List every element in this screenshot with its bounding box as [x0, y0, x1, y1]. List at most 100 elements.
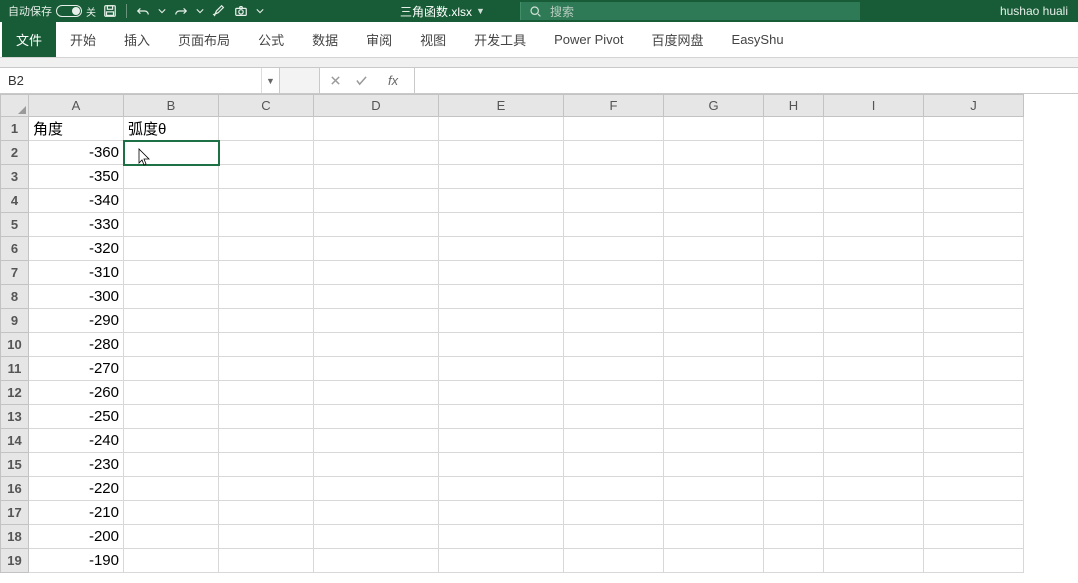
cell-J2[interactable] [924, 141, 1024, 165]
cell-H16[interactable] [764, 477, 824, 501]
cell-H1[interactable] [764, 117, 824, 141]
cell-F7[interactable] [564, 261, 664, 285]
column-header-F[interactable]: F [564, 95, 664, 117]
cell-F19[interactable] [564, 549, 664, 573]
cell-J10[interactable] [924, 333, 1024, 357]
tab-插入[interactable]: 插入 [110, 22, 164, 57]
cell-I19[interactable] [824, 549, 924, 573]
cell-C4[interactable] [219, 189, 314, 213]
cell-A1[interactable]: 角度 [29, 117, 124, 141]
cell-I12[interactable] [824, 381, 924, 405]
tab-视图[interactable]: 视图 [406, 22, 460, 57]
row-header-4[interactable]: 4 [1, 189, 29, 213]
cell-B1[interactable]: 弧度θ [124, 117, 219, 141]
cell-C3[interactable] [219, 165, 314, 189]
cell-I9[interactable] [824, 309, 924, 333]
cell-D1[interactable] [314, 117, 439, 141]
cell-A19[interactable]: -190 [29, 549, 124, 573]
formula-input[interactable] [415, 68, 1078, 93]
cell-H18[interactable] [764, 525, 824, 549]
cell-A13[interactable]: -250 [29, 405, 124, 429]
cell-F9[interactable] [564, 309, 664, 333]
cell-F1[interactable] [564, 117, 664, 141]
cell-G4[interactable] [664, 189, 764, 213]
row-header-6[interactable]: 6 [1, 237, 29, 261]
cell-F6[interactable] [564, 237, 664, 261]
cell-G17[interactable] [664, 501, 764, 525]
cell-B12[interactable] [124, 381, 219, 405]
cell-I5[interactable] [824, 213, 924, 237]
cell-C17[interactable] [219, 501, 314, 525]
cell-A2[interactable]: -360 [29, 141, 124, 165]
cell-I14[interactable] [824, 429, 924, 453]
cell-A18[interactable]: -200 [29, 525, 124, 549]
name-box[interactable]: B2 ▼ [0, 68, 280, 93]
chevron-down-icon[interactable] [157, 3, 167, 19]
cell-H19[interactable] [764, 549, 824, 573]
cell-E10[interactable] [439, 333, 564, 357]
filename-caret-icon[interactable]: ▼ [476, 6, 485, 16]
cell-C5[interactable] [219, 213, 314, 237]
cell-H6[interactable] [764, 237, 824, 261]
cell-G7[interactable] [664, 261, 764, 285]
column-header-D[interactable]: D [314, 95, 439, 117]
cell-J3[interactable] [924, 165, 1024, 189]
cell-E14[interactable] [439, 429, 564, 453]
cell-A4[interactable]: -340 [29, 189, 124, 213]
cell-H10[interactable] [764, 333, 824, 357]
cell-F14[interactable] [564, 429, 664, 453]
cell-E8[interactable] [439, 285, 564, 309]
row-header-10[interactable]: 10 [1, 333, 29, 357]
cell-C15[interactable] [219, 453, 314, 477]
cell-B19[interactable] [124, 549, 219, 573]
cell-C19[interactable] [219, 549, 314, 573]
cell-B10[interactable] [124, 333, 219, 357]
tab-开始[interactable]: 开始 [56, 22, 110, 57]
row-header-9[interactable]: 9 [1, 309, 29, 333]
row-header-11[interactable]: 11 [1, 357, 29, 381]
row-header-13[interactable]: 13 [1, 405, 29, 429]
cell-G8[interactable] [664, 285, 764, 309]
row-header-8[interactable]: 8 [1, 285, 29, 309]
cell-G6[interactable] [664, 237, 764, 261]
cell-D17[interactable] [314, 501, 439, 525]
cell-J12[interactable] [924, 381, 1024, 405]
tab-页面布局[interactable]: 页面布局 [164, 22, 244, 57]
cell-J7[interactable] [924, 261, 1024, 285]
tab-审阅[interactable]: 审阅 [352, 22, 406, 57]
cell-E15[interactable] [439, 453, 564, 477]
cell-F5[interactable] [564, 213, 664, 237]
cell-B4[interactable] [124, 189, 219, 213]
cell-H11[interactable] [764, 357, 824, 381]
row-header-18[interactable]: 18 [1, 525, 29, 549]
cell-A10[interactable]: -280 [29, 333, 124, 357]
cell-J18[interactable] [924, 525, 1024, 549]
redo-icon[interactable] [173, 3, 189, 19]
cell-D3[interactable] [314, 165, 439, 189]
cell-E7[interactable] [439, 261, 564, 285]
cell-C9[interactable] [219, 309, 314, 333]
cell-G1[interactable] [664, 117, 764, 141]
chevron-down-icon[interactable] [195, 3, 205, 19]
cell-J5[interactable] [924, 213, 1024, 237]
cell-H14[interactable] [764, 429, 824, 453]
cell-I7[interactable] [824, 261, 924, 285]
cell-I13[interactable] [824, 405, 924, 429]
cell-J11[interactable] [924, 357, 1024, 381]
cell-A5[interactable]: -330 [29, 213, 124, 237]
cell-B2[interactable] [124, 141, 219, 165]
cell-F10[interactable] [564, 333, 664, 357]
cell-I10[interactable] [824, 333, 924, 357]
cell-H8[interactable] [764, 285, 824, 309]
cell-E3[interactable] [439, 165, 564, 189]
column-header-E[interactable]: E [439, 95, 564, 117]
cell-G5[interactable] [664, 213, 764, 237]
row-header-7[interactable]: 7 [1, 261, 29, 285]
cell-B8[interactable] [124, 285, 219, 309]
cell-B13[interactable] [124, 405, 219, 429]
cell-B18[interactable] [124, 525, 219, 549]
enter-formula-icon[interactable] [355, 75, 368, 86]
cell-D19[interactable] [314, 549, 439, 573]
cell-C2[interactable] [219, 141, 314, 165]
cell-J1[interactable] [924, 117, 1024, 141]
